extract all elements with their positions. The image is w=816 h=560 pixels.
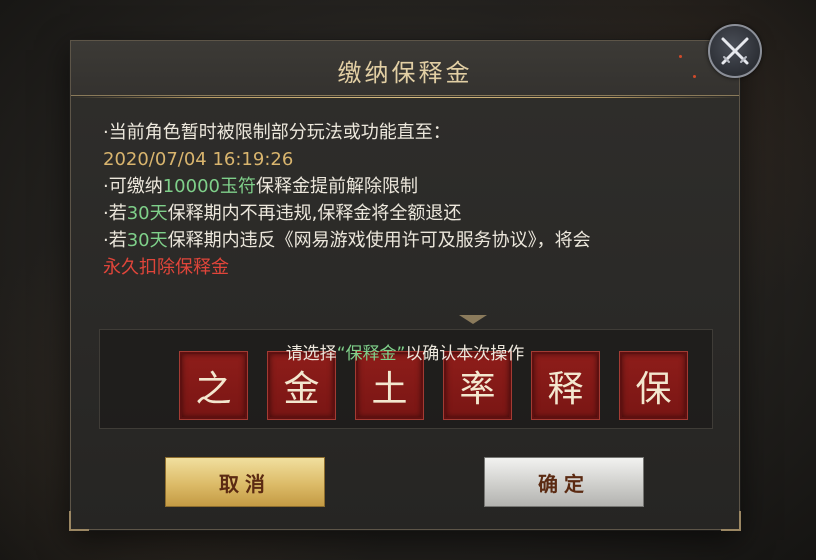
info-line: 2020/07/04 16:19:26 [103, 146, 713, 173]
corner-ornament [69, 511, 89, 531]
info-text-segment: 2020/07/04 16:19:26 [103, 149, 294, 170]
confirm-button[interactable]: 确定 [484, 457, 644, 507]
info-text-segment: 保释金提前解除限制 [256, 176, 418, 197]
restriction-info: ·当前角色暂时被限制部分玩法或功能直至： 2020/07/04 16:19:26 ·… [103, 119, 713, 281]
crossed-swords-icon [721, 37, 749, 65]
bail-dialog: 缴纳保释金 ·当前角色暂时被限制部分玩法或功能直至： 2020/07/04 16:… [69, 40, 741, 531]
prompt-text-after: 以确认本次操作 [405, 344, 525, 364]
close-button[interactable] [708, 24, 762, 78]
info-text-segment: 10000玉符 [162, 176, 256, 197]
info-text-segment: 30天 [126, 230, 168, 251]
info-line: ·若30天保释期内不再违规,保释金将全额退还 [103, 200, 713, 227]
info-text-segment: ·若 [103, 230, 127, 251]
selection-prompt: 请选择“保释金”以确认本次操作 [71, 339, 739, 364]
info-line: ·若30天保释期内违反《网易游戏使用许可及服务协议》，将会 [103, 227, 713, 254]
info-text-segment: 保释期内违反《网易游戏使用许可及服务协议》，将会 [167, 230, 591, 251]
info-line: 永久扣除保释金 [103, 254, 713, 281]
ember-decoration [693, 75, 696, 78]
info-text-segment: 30天 [126, 203, 168, 224]
info-text-segment: 保释期内不再违规,保释金将全额退还 [167, 203, 462, 224]
info-text-segment: ·可缴纳 [103, 176, 163, 197]
prompt-highlight: “保释金” [336, 344, 406, 364]
prompt-text-before: 请选择 [285, 344, 337, 364]
info-text-segment: ·若 [103, 203, 127, 224]
info-line: ·当前角色暂时被限制部分玩法或功能直至： [103, 119, 713, 146]
corner-ornament [721, 511, 741, 531]
ember-decoration [679, 55, 682, 58]
info-text-segment: ·当前角色暂时被限制部分玩法或功能直至： [103, 122, 451, 143]
expand-chevron-icon [459, 315, 487, 324]
info-line: ·可缴纳10000玉符保释金提前解除限制 [103, 173, 713, 200]
dialog-title-bar: 缴纳保释金 [71, 41, 739, 98]
dialog-title: 缴纳保释金 [337, 59, 473, 87]
info-text-segment: 永久扣除保释金 [103, 257, 229, 278]
cancel-button[interactable]: 取消 [165, 457, 325, 507]
